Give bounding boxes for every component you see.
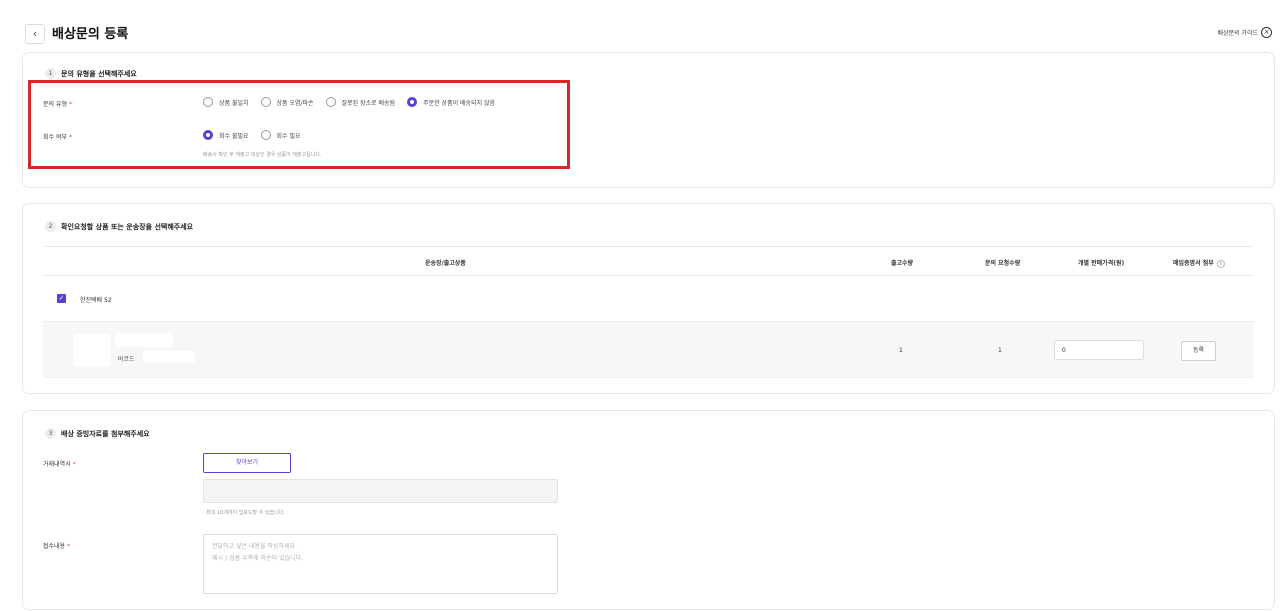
highlight-box	[28, 80, 570, 169]
shipment-selection-section: 2 확인요청할 상품 또는 운송장을 선택해주세요 운송장/출고상품 출고수량 …	[22, 203, 1275, 394]
content-textarea[interactable]: 전달하고 싶은 내용을 작성하세요. 예시 ) 상품 우측에 파손이 있습니다.	[203, 534, 558, 594]
guide-link-label: 배상문의 가이드	[1217, 30, 1258, 37]
section-title-text: 확인요청할 상품 또는 운송장을 선택해주세요	[61, 222, 194, 231]
carrier-name: 한진택배 52	[80, 297, 112, 304]
request-qty: 1	[998, 347, 1002, 354]
table-header: 운송장/출고상품 출고수량 문의 요청수량 개별 판매가격(원) 매입증명서 첨…	[43, 246, 1254, 276]
table-row: 바코드 1 1 0 등록	[43, 321, 1254, 378]
column-header-purchase-proof: 매입증명서 첨부 i	[1173, 258, 1225, 268]
statement-label: 거래내역서 *	[43, 459, 76, 468]
barcode-label: 바코드	[118, 356, 135, 363]
required-mark: *	[67, 543, 71, 550]
price-input[interactable]: 0	[1054, 340, 1144, 360]
step-number: 1	[45, 68, 56, 79]
column-header-purchase-proof-text: 매입증명서 첨부	[1173, 260, 1214, 267]
upload-hint: · 최대 10개까지 업로드할 수 있습니다.	[203, 510, 285, 516]
column-header-price: 개별 판매가격(원)	[1078, 260, 1125, 267]
file-list-box	[203, 479, 558, 503]
section-title: 1 문의 유형을 선택해주세요	[45, 68, 137, 79]
column-header-shipment: 운송장/출고상품	[425, 260, 466, 267]
column-header-request-qty: 문의 요청수량	[985, 260, 1021, 267]
step-number: 2	[45, 221, 56, 232]
step-number: 3	[45, 428, 56, 439]
placeholder-line: 예시 ) 상품 우측에 파손이 있습니다.	[212, 555, 304, 562]
statement-label-text: 거래내역서	[43, 461, 71, 468]
content-label-text: 접수내용	[43, 543, 66, 550]
page-title: 배상문의 등록	[52, 27, 129, 42]
required-mark: *	[72, 461, 76, 468]
section-title: 3 배상 증빙자료를 첨부해주세요	[45, 428, 150, 439]
chevron-left-icon: ‹	[32, 27, 38, 40]
page-header: ‹ 배상문의 등록 배상문의 가이드 ×	[0, 0, 1280, 52]
section-title-text: 배상 증빙자료를 첨부해주세요	[61, 429, 150, 438]
product-name	[115, 333, 173, 347]
close-circle-icon: ×	[1261, 27, 1272, 38]
evidence-section: 3 배상 증빙자료를 첨부해주세요 거래내역서 * 찾아보기 · 최대 10개까지…	[22, 410, 1275, 610]
placeholder-line: 전달하고 싶은 내용을 작성하세요.	[212, 543, 297, 550]
product-thumbnail	[73, 334, 111, 366]
table-row: ✓ 한진택배 52	[43, 276, 1254, 321]
barcode-value	[143, 351, 195, 363]
section-title-text: 문의 유형을 선택해주세요	[61, 69, 137, 78]
browse-button[interactable]: 찾아보기	[203, 453, 291, 473]
back-button[interactable]: ‹	[25, 24, 45, 44]
content-label: 접수내용 *	[43, 541, 70, 550]
carrier-checkbox[interactable]: ✓	[57, 294, 66, 303]
column-header-shipped-qty: 출고수량	[891, 260, 914, 267]
info-icon[interactable]: i	[1216, 259, 1225, 268]
register-button[interactable]: 등록	[1181, 341, 1216, 361]
guide-link[interactable]: 배상문의 가이드 ×	[1217, 27, 1272, 38]
section-title: 2 확인요청할 상품 또는 운송장을 선택해주세요	[45, 221, 193, 232]
shipped-qty: 1	[899, 347, 903, 354]
